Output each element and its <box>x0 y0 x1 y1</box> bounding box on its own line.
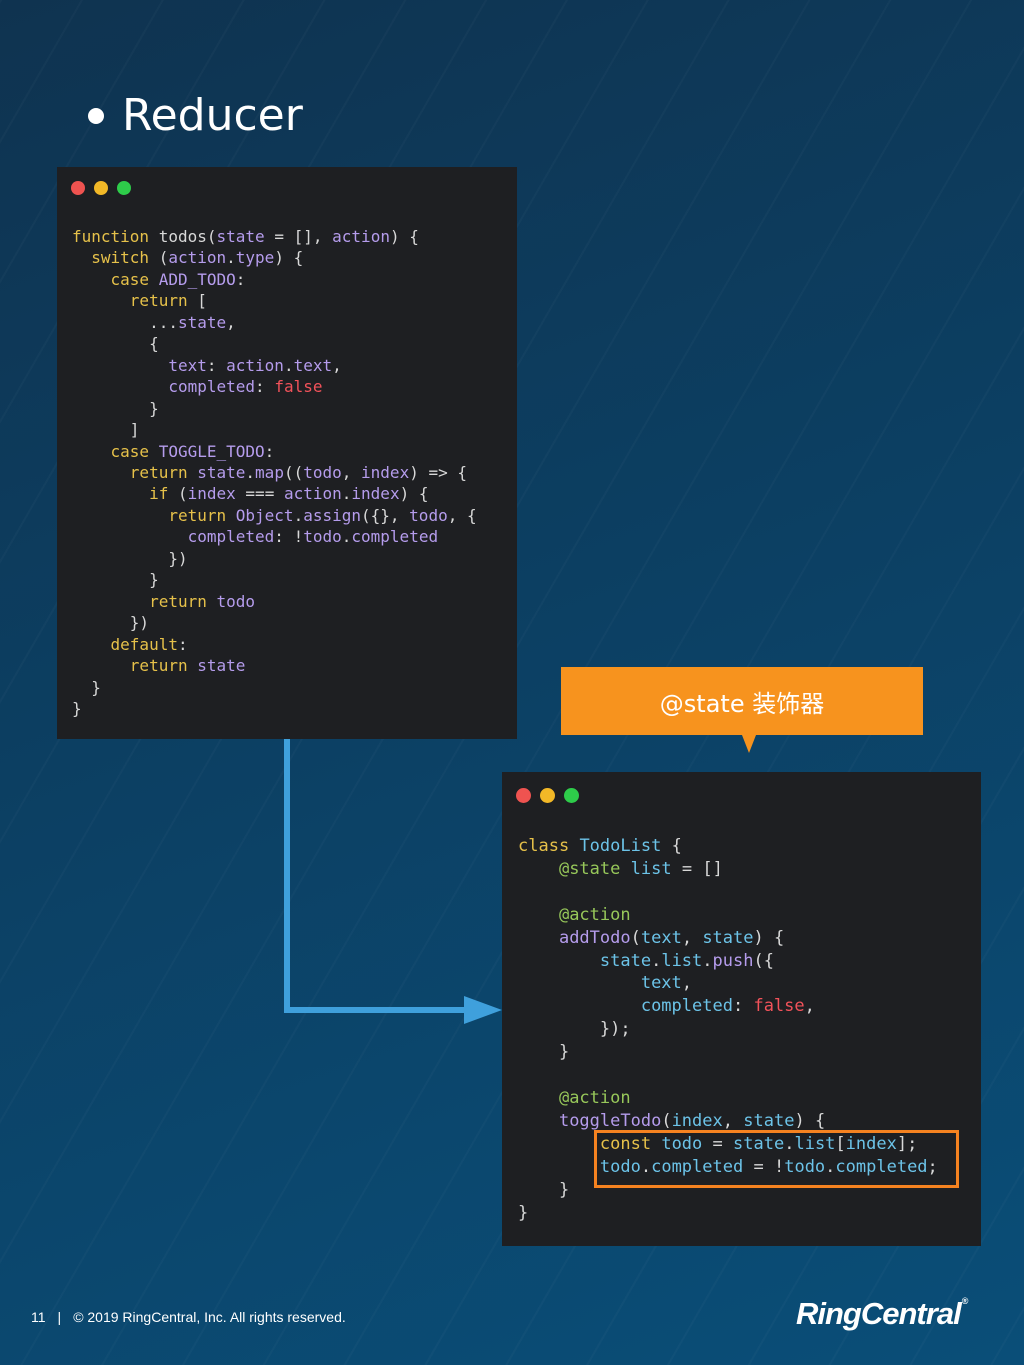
callout-label: @state 装饰器 <box>659 689 825 718</box>
code-line: @action <box>558 904 631 925</box>
code-line: class TodoList { <box>518 836 682 856</box>
copyright-text: © 2019 RingCentral, Inc. All rights rese… <box>73 1309 346 1325</box>
code-line: } <box>518 1202 529 1223</box>
logo-text: RingCentral <box>796 1296 962 1331</box>
code-line: addTodo(text, state) { <box>558 927 785 948</box>
code-line: state.list.push({ <box>599 950 774 971</box>
minimize-dot-icon <box>540 788 555 803</box>
code-line: @state list = [] <box>558 858 723 879</box>
code-line: completed: false, <box>640 996 815 1017</box>
state-decorator-callout: @state 装饰器 <box>561 667 923 735</box>
callout-pointer <box>742 735 756 753</box>
window-controls <box>516 788 579 803</box>
ringcentral-logo: RingCentral® <box>796 1296 969 1332</box>
maximize-dot-icon <box>564 788 579 803</box>
registered-mark: ® <box>961 1296 969 1306</box>
page-number: 11 <box>31 1309 46 1325</box>
code-line: @action <box>558 1087 631 1108</box>
close-dot-icon <box>516 788 531 803</box>
slide-footer: 11 | © 2019 RingCentral, Inc. All rights… <box>31 1309 346 1325</box>
code-line: }); <box>599 1019 631 1040</box>
code-line: } <box>558 1042 570 1063</box>
footer-separator: | <box>57 1309 62 1325</box>
code-line: text, <box>640 973 693 994</box>
code-highlight-box <box>594 1130 959 1188</box>
